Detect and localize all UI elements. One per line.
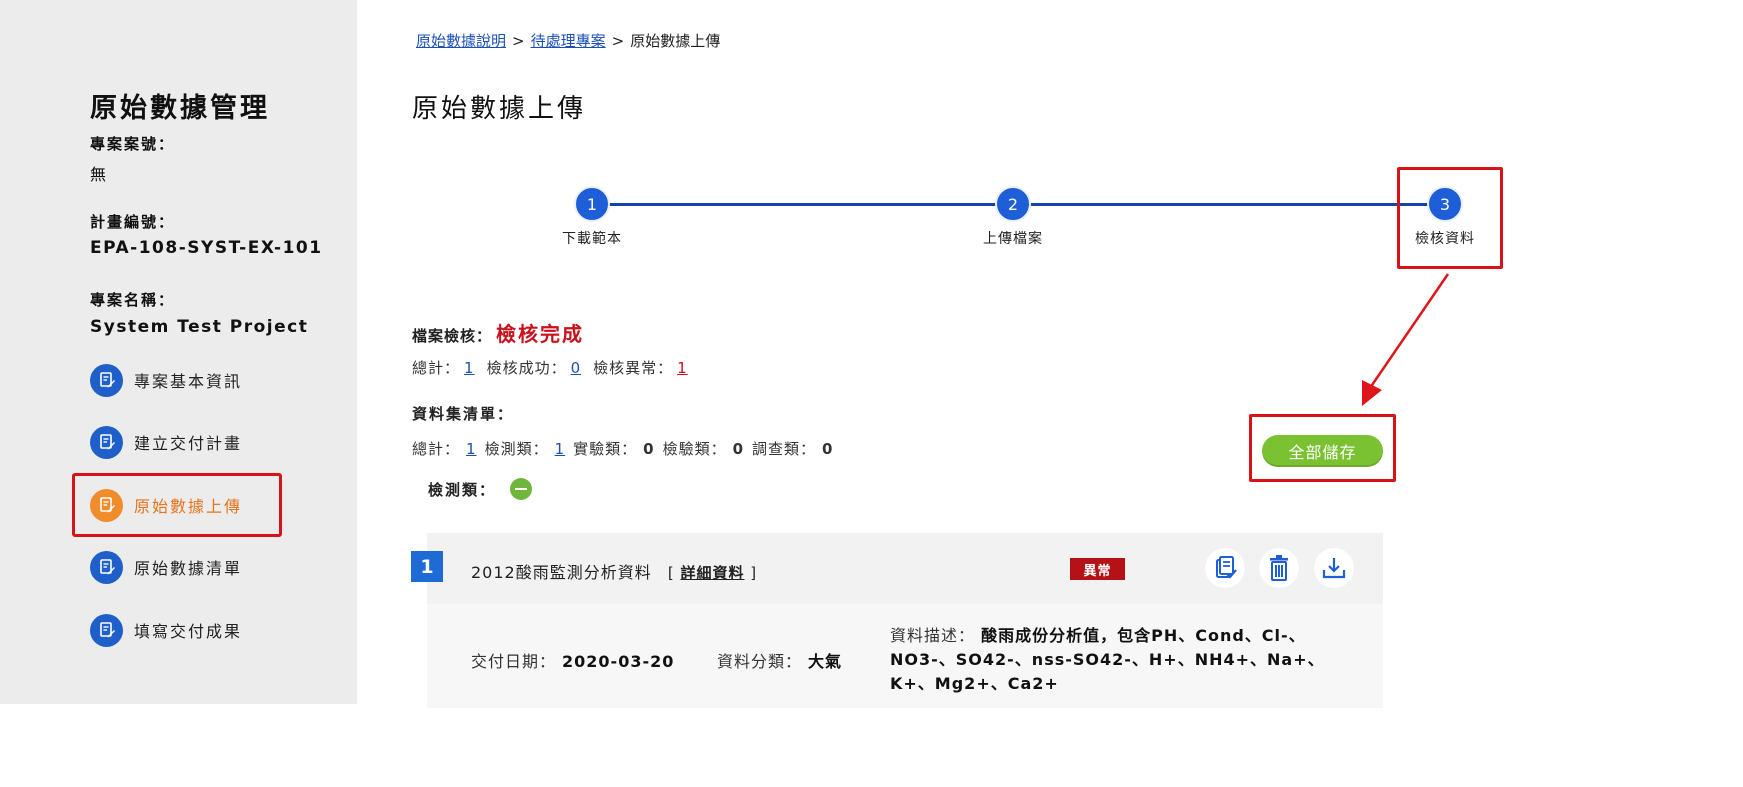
case-no-value: 無 <box>90 165 108 184</box>
breadcrumb-link-raw-data-info[interactable]: 原始數據說明 <box>416 32 506 50</box>
bracket-close: ] <box>750 564 758 582</box>
breadcrumb-link-pending-projects[interactable]: 待處理專案 <box>531 32 606 50</box>
breadcrumb-current: 原始數據上傳 <box>630 32 721 50</box>
sidebar-item-label: 建立交付計畫 <box>134 434 243 453</box>
total-label: 總計： <box>412 359 461 377</box>
error-label: 檢核異常： <box>593 359 674 377</box>
data-category: 資料分類： 大氣 <box>717 648 842 672</box>
download-icon <box>1322 558 1346 579</box>
detail-link[interactable]: 詳細資料 <box>680 564 744 582</box>
category-row: 檢測類： <box>428 478 533 500</box>
total-count-link[interactable]: 1 <box>464 359 475 377</box>
download-button[interactable] <box>1314 548 1354 588</box>
sidebar-item-label: 原始數據清單 <box>134 559 243 578</box>
survey-label: 調查類： <box>752 440 817 458</box>
sidebar: 原始數據管理 專案案號： 無 計畫編號： EPA-108-SYST-EX-101… <box>0 0 357 704</box>
delivery-date-value: 2020-03-20 <box>562 652 675 671</box>
experiment-count: 0 <box>643 440 655 458</box>
breadcrumb-separator: > <box>611 32 625 50</box>
success-label: 檢核成功： <box>486 359 567 377</box>
file-check-row: 檔案檢核： 檢核完成 <box>412 318 584 347</box>
step-number: 1 <box>574 186 610 222</box>
check-document-icon <box>1216 556 1237 579</box>
sidebar-item-label: 專案基本資訊 <box>134 372 243 391</box>
step-label: 上傳檔案 <box>983 231 1043 247</box>
file-check-label: 檔案檢核： <box>412 327 493 345</box>
active-menu-highlight-box <box>72 473 282 537</box>
edit-document-icon <box>90 425 123 459</box>
case-no-label: 專案案號： <box>90 135 176 153</box>
monitor-label: 檢測類： <box>484 440 549 458</box>
annotation-arrow-icon <box>1362 273 1450 406</box>
status-badge: 異常 <box>1070 558 1125 580</box>
dataset-title-row: 2012酸雨監測分析資料 [ 詳細資料 ] <box>471 559 757 583</box>
current-step-highlight-box <box>1397 167 1503 269</box>
breadcrumb-separator: > <box>512 32 525 50</box>
dataset-index-badge: 1 <box>411 551 443 582</box>
bracket-open: [ <box>667 564 675 582</box>
dataset-title: 2012酸雨監測分析資料 <box>471 563 652 582</box>
edit-document-icon <box>90 613 123 647</box>
data-category-label: 資料分類： <box>717 652 803 671</box>
edit-document-icon <box>90 363 123 397</box>
step-upload-file: 2 上傳檔案 <box>953 186 1073 248</box>
save-all-highlight-box <box>1249 414 1396 482</box>
sidebar-item-delivery-results[interactable]: 填寫交付成果 <box>90 613 242 647</box>
inspect-label: 檢驗類： <box>662 440 727 458</box>
category-label: 檢測類： <box>428 480 497 499</box>
plan-no-value: EPA-108-SYST-EX-101 <box>90 238 323 258</box>
collapse-icon[interactable] <box>510 478 533 500</box>
data-category-value: 大氣 <box>808 652 843 671</box>
plan-no-label: 計畫編號： <box>90 213 176 231</box>
detail-wrapper: [ 詳細資料 ] <box>668 564 757 582</box>
file-check-status: 檢核完成 <box>496 322 585 346</box>
success-count-link[interactable]: 0 <box>571 359 582 377</box>
error-count-link[interactable]: 1 <box>677 359 688 377</box>
dataset-list-label: 資料集清單： <box>412 405 515 423</box>
delete-button[interactable] <box>1259 548 1299 588</box>
sidebar-item-project-info[interactable]: 專案基本資訊 <box>90 363 242 397</box>
sidebar-item-raw-data-list[interactable]: 原始數據清單 <box>90 550 242 584</box>
sidebar-item-label: 填寫交付成果 <box>134 622 243 641</box>
check-stats-row: 總計： 1 檢核成功： 0 檢核異常： 1 <box>412 357 700 378</box>
dataset-total-link[interactable]: 1 <box>466 440 477 458</box>
edit-document-icon <box>90 550 123 584</box>
project-name-value: System Test Project <box>90 317 309 337</box>
monitor-count-link[interactable]: 1 <box>555 440 566 458</box>
experiment-label: 實驗類： <box>573 440 638 458</box>
inspect-count: 0 <box>732 440 745 458</box>
project-name-label: 專案名稱： <box>90 291 176 309</box>
step-download-template: 1 下載範本 <box>532 186 652 248</box>
delivery-date-label: 交付日期： <box>471 652 557 671</box>
dataset-total-label: 總計： <box>412 440 461 458</box>
data-description: 資料描述： 酸雨成份分析值，包含PH、Cond、Cl-、NO3-、SO42-、n… <box>890 624 1330 696</box>
dataset-stats-row: 總計： 1 檢測類： 1 實驗類： 0 檢驗類： 0 調查類： 0 <box>412 438 841 459</box>
step-number: 2 <box>995 186 1031 222</box>
survey-count: 0 <box>822 440 834 458</box>
page-title: 原始數據上傳 <box>412 94 587 124</box>
breadcrumb: 原始數據說明 > 待處理專案 > 原始數據上傳 <box>416 30 720 51</box>
check-report-button[interactable] <box>1205 548 1245 588</box>
sidebar-item-delivery-plan[interactable]: 建立交付計畫 <box>90 425 242 459</box>
delivery-date: 交付日期： 2020-03-20 <box>471 648 674 672</box>
data-description-label: 資料描述： <box>890 626 976 645</box>
trash-icon <box>1270 555 1288 581</box>
step-label: 下載範本 <box>562 231 622 247</box>
sidebar-title: 原始數據管理 <box>90 93 270 124</box>
